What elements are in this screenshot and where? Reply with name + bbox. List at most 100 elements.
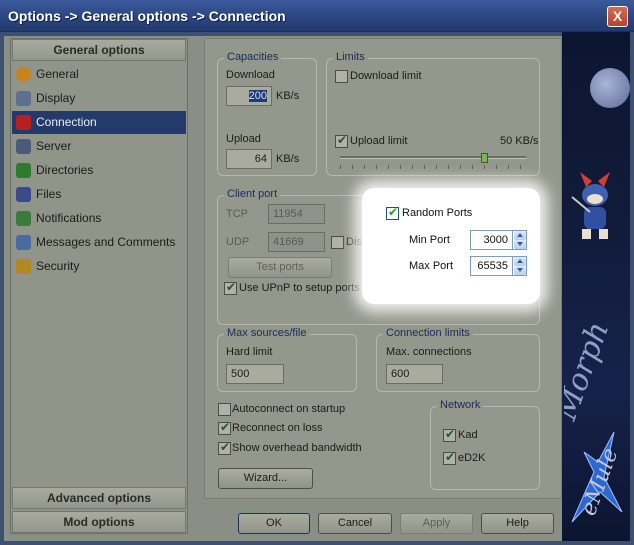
sidebar-item-label: Server (36, 139, 72, 153)
upload-limit-label: Upload limit (350, 135, 408, 147)
download-limit-label: Download limit (350, 70, 422, 82)
close-button[interactable]: X (607, 6, 628, 27)
sidebar-item-display[interactable]: Display (12, 87, 186, 110)
plug-icon (16, 115, 31, 130)
tcp-label: TCP (226, 208, 248, 220)
server-icon (16, 139, 31, 154)
x-logo-icon: Morph eMule (562, 317, 624, 523)
monitor-icon (16, 91, 31, 106)
ed2k-checkbox[interactable] (443, 450, 456, 465)
random-ports-section: Random Ports Min Port 3000 Max Port 6553… (362, 188, 540, 304)
download-capacity-input[interactable]: 200 (226, 86, 272, 106)
connection-limits-caption: Connection limits (383, 327, 473, 339)
sidebar-item-files[interactable]: Files (12, 183, 186, 206)
options-list: General Display Connection Server Direct… (12, 62, 186, 486)
upload-unit: KB/s (276, 153, 300, 165)
max-port-spinner[interactable] (512, 256, 526, 276)
general-options-header[interactable]: General options (12, 39, 186, 61)
autoconnect-label: Autoconnect on startup (232, 403, 346, 415)
sidebar-item-label: Security (36, 259, 80, 273)
overhead-checkbox[interactable] (218, 440, 231, 455)
emule-morph-banner: Morph eMule (562, 32, 630, 541)
brand-logo: Morph eMule (562, 312, 628, 532)
disable-udp-checkbox[interactable] (331, 236, 344, 249)
reconnect-label: Reconnect on loss (232, 422, 323, 434)
sidebar-item-label: Display (36, 91, 76, 105)
moon-icon (590, 68, 630, 108)
cancel-button[interactable]: Cancel (318, 513, 392, 534)
ok-button[interactable]: OK (238, 513, 310, 534)
random-ports-checkbox[interactable] (386, 205, 399, 220)
svg-text:Morph: Morph (564, 317, 616, 425)
mod-options-header[interactable]: Mod options (12, 511, 186, 533)
upload-capacity-input[interactable]: 64 (226, 149, 272, 169)
tcp-port-input[interactable]: 11954 (268, 204, 325, 224)
spin-up-icon[interactable] (514, 257, 526, 266)
download-limit-checkbox[interactable] (335, 70, 348, 83)
max-connections-label: Max. connections (386, 346, 472, 358)
sidebar-item-security[interactable]: Security (12, 255, 186, 278)
folder-icon (16, 163, 31, 178)
overhead-label: Show overhead bandwidth (232, 442, 362, 454)
title-bar: Options -> General options -> Connection… (0, 0, 634, 32)
ed2k-label: eD2K (458, 452, 486, 464)
sidebar-item-directories[interactable]: Directories (12, 159, 186, 182)
client-port-caption: Client port (224, 188, 281, 200)
sidebar-item-label: Files (36, 187, 62, 201)
upload-limit-slider[interactable] (340, 156, 526, 159)
download-unit: KB/s (276, 90, 300, 102)
kad-label: Kad (458, 429, 478, 441)
mule-mascot-icon (571, 172, 610, 239)
sidebar-item-label: Messages and Comments (36, 235, 176, 249)
sidebar-item-messages[interactable]: Messages and Comments (12, 231, 186, 254)
upload-label: Upload (226, 133, 261, 145)
capacities-caption: Capacities (224, 51, 282, 63)
spin-down-icon[interactable] (514, 240, 526, 249)
max-connections-input[interactable]: 600 (386, 364, 443, 384)
test-ports-button[interactable]: Test ports (228, 257, 332, 278)
sidebar-item-label: Directories (36, 163, 94, 177)
autoconnect-checkbox[interactable] (218, 403, 231, 416)
hard-limit-input[interactable]: 500 (226, 364, 284, 384)
window-title: Options -> General options -> Connection (8, 8, 286, 24)
sidebar-item-label: General (36, 67, 79, 81)
wizard-button[interactable]: Wizard... (218, 468, 313, 489)
files-icon (16, 187, 31, 202)
max-port-label: Max Port (409, 260, 454, 272)
spin-down-icon[interactable] (514, 266, 526, 275)
options-navigation: General options General Display Connecti… (10, 38, 188, 534)
upload-limit-slider-thumb[interactable] (481, 153, 489, 163)
upload-limit-checkbox[interactable] (335, 133, 348, 148)
random-ports-label: Random Ports (402, 207, 473, 219)
sidebar-item-label: Connection (36, 115, 97, 129)
sidebar-item-notifications[interactable]: Notifications (12, 207, 186, 230)
download-label: Download (226, 69, 275, 81)
min-port-spinner[interactable] (512, 230, 526, 250)
gear-icon (16, 67, 31, 82)
apply-button[interactable]: Apply (400, 513, 473, 534)
sidebar-item-connection[interactable]: Connection (12, 111, 186, 134)
advanced-options-header[interactable]: Advanced options (12, 487, 186, 509)
hard-limit-label: Hard limit (226, 346, 273, 358)
limits-caption: Limits (333, 51, 368, 63)
help-button[interactable]: Help (481, 513, 554, 534)
upnp-label: Use UPnP to setup ports (239, 282, 360, 294)
sidebar-item-server[interactable]: Server (12, 135, 186, 158)
sidebar-item-general[interactable]: General (12, 63, 186, 86)
network-group: Network (430, 399, 540, 490)
upload-limit-ticks (340, 165, 526, 169)
svg-text:eMule: eMule (576, 445, 623, 519)
sidebar-item-label: Notifications (36, 211, 102, 225)
max-sources-caption: Max sources/file (224, 327, 310, 339)
reconnect-checkbox[interactable] (218, 420, 231, 435)
network-caption: Network (437, 399, 484, 411)
udp-label: UDP (226, 236, 250, 248)
bell-icon (16, 211, 31, 226)
upload-limit-value: 50 KB/s (500, 135, 539, 147)
min-port-label: Min Port (409, 234, 450, 246)
upnp-checkbox[interactable] (224, 280, 237, 295)
kad-checkbox[interactable] (443, 427, 456, 442)
messages-icon (16, 235, 31, 250)
udp-port-input[interactable]: 41669 (268, 232, 325, 252)
spin-up-icon[interactable] (514, 231, 526, 240)
